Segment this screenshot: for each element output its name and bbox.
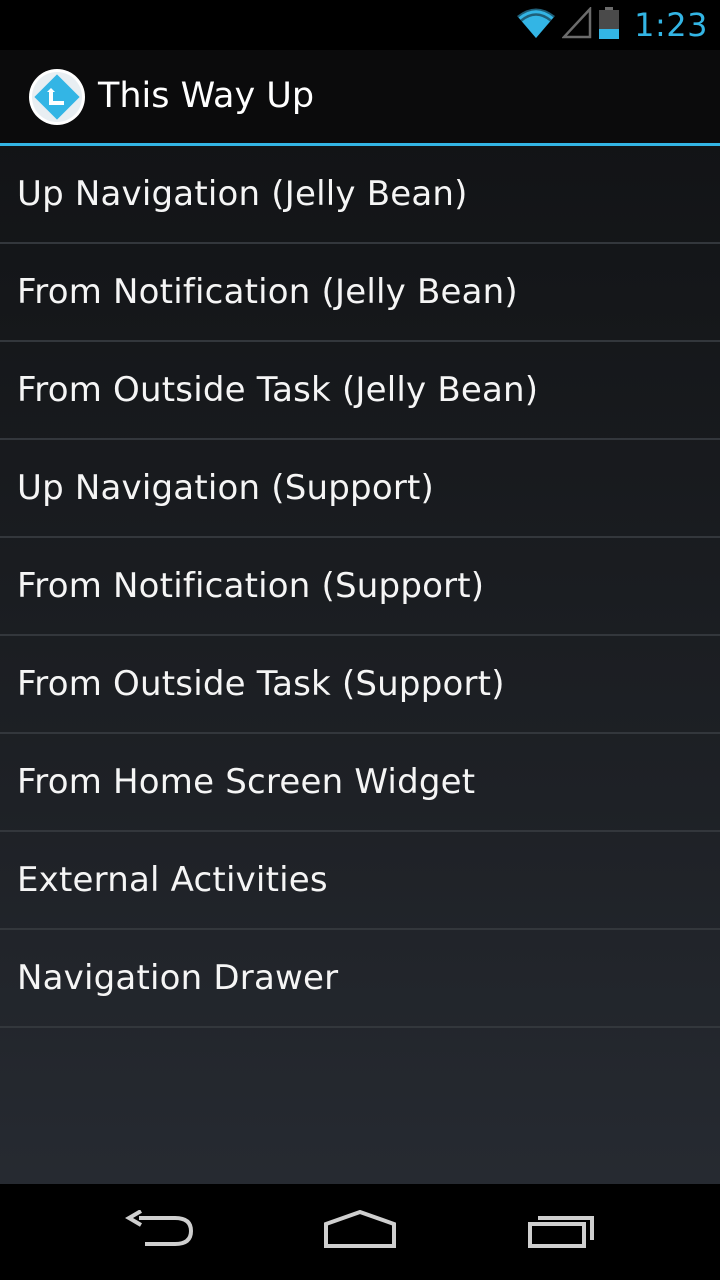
list-item-label: Up Navigation (Support): [17, 468, 434, 508]
list-item-label: From Notification (Support): [17, 566, 485, 606]
list-item-navigation-drawer[interactable]: Navigation Drawer: [0, 930, 720, 1028]
home-icon: [322, 1209, 398, 1254]
battery-icon: [598, 6, 620, 44]
recents-button[interactable]: [442, 1184, 682, 1280]
list-item-from-notification-support[interactable]: From Notification (Support): [0, 538, 720, 636]
cell-signal-icon: [561, 5, 592, 43]
status-time: 1:23: [634, 6, 708, 44]
list-item-label: Up Navigation (Jelly Bean): [17, 174, 468, 214]
list-item-up-navigation-jelly-bean[interactable]: Up Navigation (Jelly Bean): [0, 146, 720, 244]
status-bar: 1:23: [0, 0, 720, 50]
app-title: This Way Up: [98, 76, 315, 116]
list-item-external-activities[interactable]: External Activities: [0, 832, 720, 930]
wifi-icon: [516, 7, 556, 43]
list-item-from-notification-jelly-bean[interactable]: From Notification (Jelly Bean): [0, 244, 720, 342]
list-item-label: External Activities: [17, 860, 328, 900]
status-icons: 1:23: [516, 0, 708, 50]
list-item-label: From Outside Task (Jelly Bean): [17, 370, 539, 410]
list-item-up-navigation-support[interactable]: Up Navigation (Support): [0, 440, 720, 538]
back-icon: [125, 1209, 195, 1254]
demo-list: Up Navigation (Jelly Bean) From Notifica…: [0, 146, 720, 1028]
screen: 1:23 This Way Up Up Navigation (Jelly Be…: [0, 0, 720, 1280]
list-item-from-home-screen-widget[interactable]: From Home Screen Widget: [0, 734, 720, 832]
action-bar: This Way Up: [0, 50, 720, 146]
list-item-from-outside-task-support[interactable]: From Outside Task (Support): [0, 636, 720, 734]
list-item-label: Navigation Drawer: [17, 958, 339, 998]
app-up-arrow-icon[interactable]: [28, 68, 86, 126]
recents-icon: [526, 1210, 598, 1254]
list-item-from-outside-task-jelly-bean[interactable]: From Outside Task (Jelly Bean): [0, 342, 720, 440]
system-nav-bar: [0, 1184, 720, 1280]
list-item-label: From Notification (Jelly Bean): [17, 272, 518, 312]
list-item-label: From Outside Task (Support): [17, 664, 505, 704]
list-item-label: From Home Screen Widget: [17, 762, 476, 802]
